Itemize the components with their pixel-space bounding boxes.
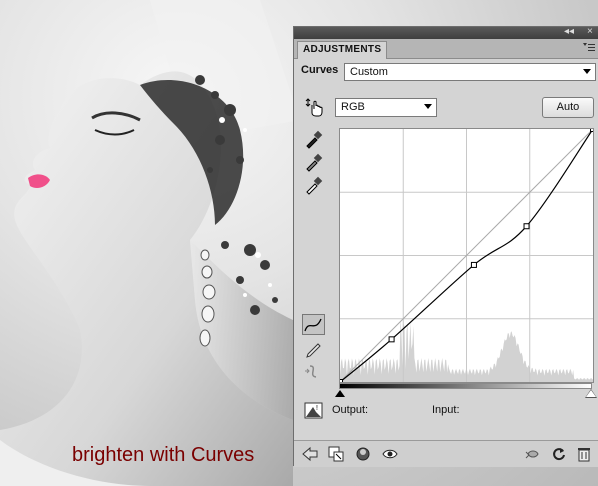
adjustments-panel: ◂◂ × ADJUSTMENTS Curves Custom RGB Auto <box>293 26 598 467</box>
channel-value: RGB <box>341 101 365 113</box>
smooth-curve-icon[interactable] <box>304 361 324 381</box>
curve-control-point <box>590 126 596 132</box>
panel-tab-row: ADJUSTMENTS <box>294 39 598 59</box>
channel-dropdown[interactable]: RGB <box>335 98 437 117</box>
pencil-tool-icon[interactable] <box>304 338 324 358</box>
chevron-down-icon <box>424 104 432 109</box>
collapse-icon[interactable]: ◂◂ <box>564 26 574 37</box>
curve-point-tool-icon[interactable] <box>302 314 325 335</box>
curves-graph[interactable] <box>337 126 596 385</box>
white-point-slider[interactable] <box>586 390 596 397</box>
preset-value: Custom <box>350 66 388 78</box>
back-arrow-icon[interactable] <box>302 446 318 462</box>
black-point-slider[interactable] <box>335 390 345 397</box>
preset-dropdown[interactable]: Custom <box>344 63 596 81</box>
input-gradient-bar <box>339 383 592 389</box>
eyedropper-black-icon[interactable] <box>304 129 324 149</box>
panel-bottom-toolbar <box>294 440 598 467</box>
close-icon[interactable]: × <box>587 26 593 37</box>
delete-icon[interactable] <box>576 446 592 462</box>
view-previous-icon[interactable] <box>525 446 541 462</box>
target-adjust-icon[interactable] <box>304 97 324 117</box>
visibility-eye-icon[interactable] <box>382 446 398 462</box>
svg-text:!: ! <box>316 405 318 412</box>
expanded-view-icon[interactable] <box>328 446 344 462</box>
eyedropper-gray-icon[interactable] <box>304 152 324 172</box>
panel-menu-icon[interactable] <box>583 42 595 55</box>
curves-graph-canvas <box>337 126 596 385</box>
input-label: Input: <box>432 404 460 416</box>
clipping-warning-icon[interactable]: ! <box>304 401 324 421</box>
caption-text: brighten with Curves <box>72 444 255 466</box>
tab-adjustments[interactable]: ADJUSTMENTS <box>297 41 388 59</box>
clip-layer-icon[interactable] <box>355 446 371 462</box>
auto-button[interactable]: Auto <box>542 97 594 118</box>
curves-label: Curves <box>301 64 339 76</box>
output-label: Output: <box>332 404 369 416</box>
chevron-down-icon <box>583 69 591 74</box>
panel-titlebar: ◂◂ × <box>294 26 598 39</box>
eyedropper-white-icon[interactable] <box>304 175 324 195</box>
curve-control-point <box>337 379 343 385</box>
reset-icon[interactable] <box>551 446 567 462</box>
curve-control-point <box>388 336 395 343</box>
curve-control-point <box>470 261 477 268</box>
curve-control-point <box>523 223 530 230</box>
